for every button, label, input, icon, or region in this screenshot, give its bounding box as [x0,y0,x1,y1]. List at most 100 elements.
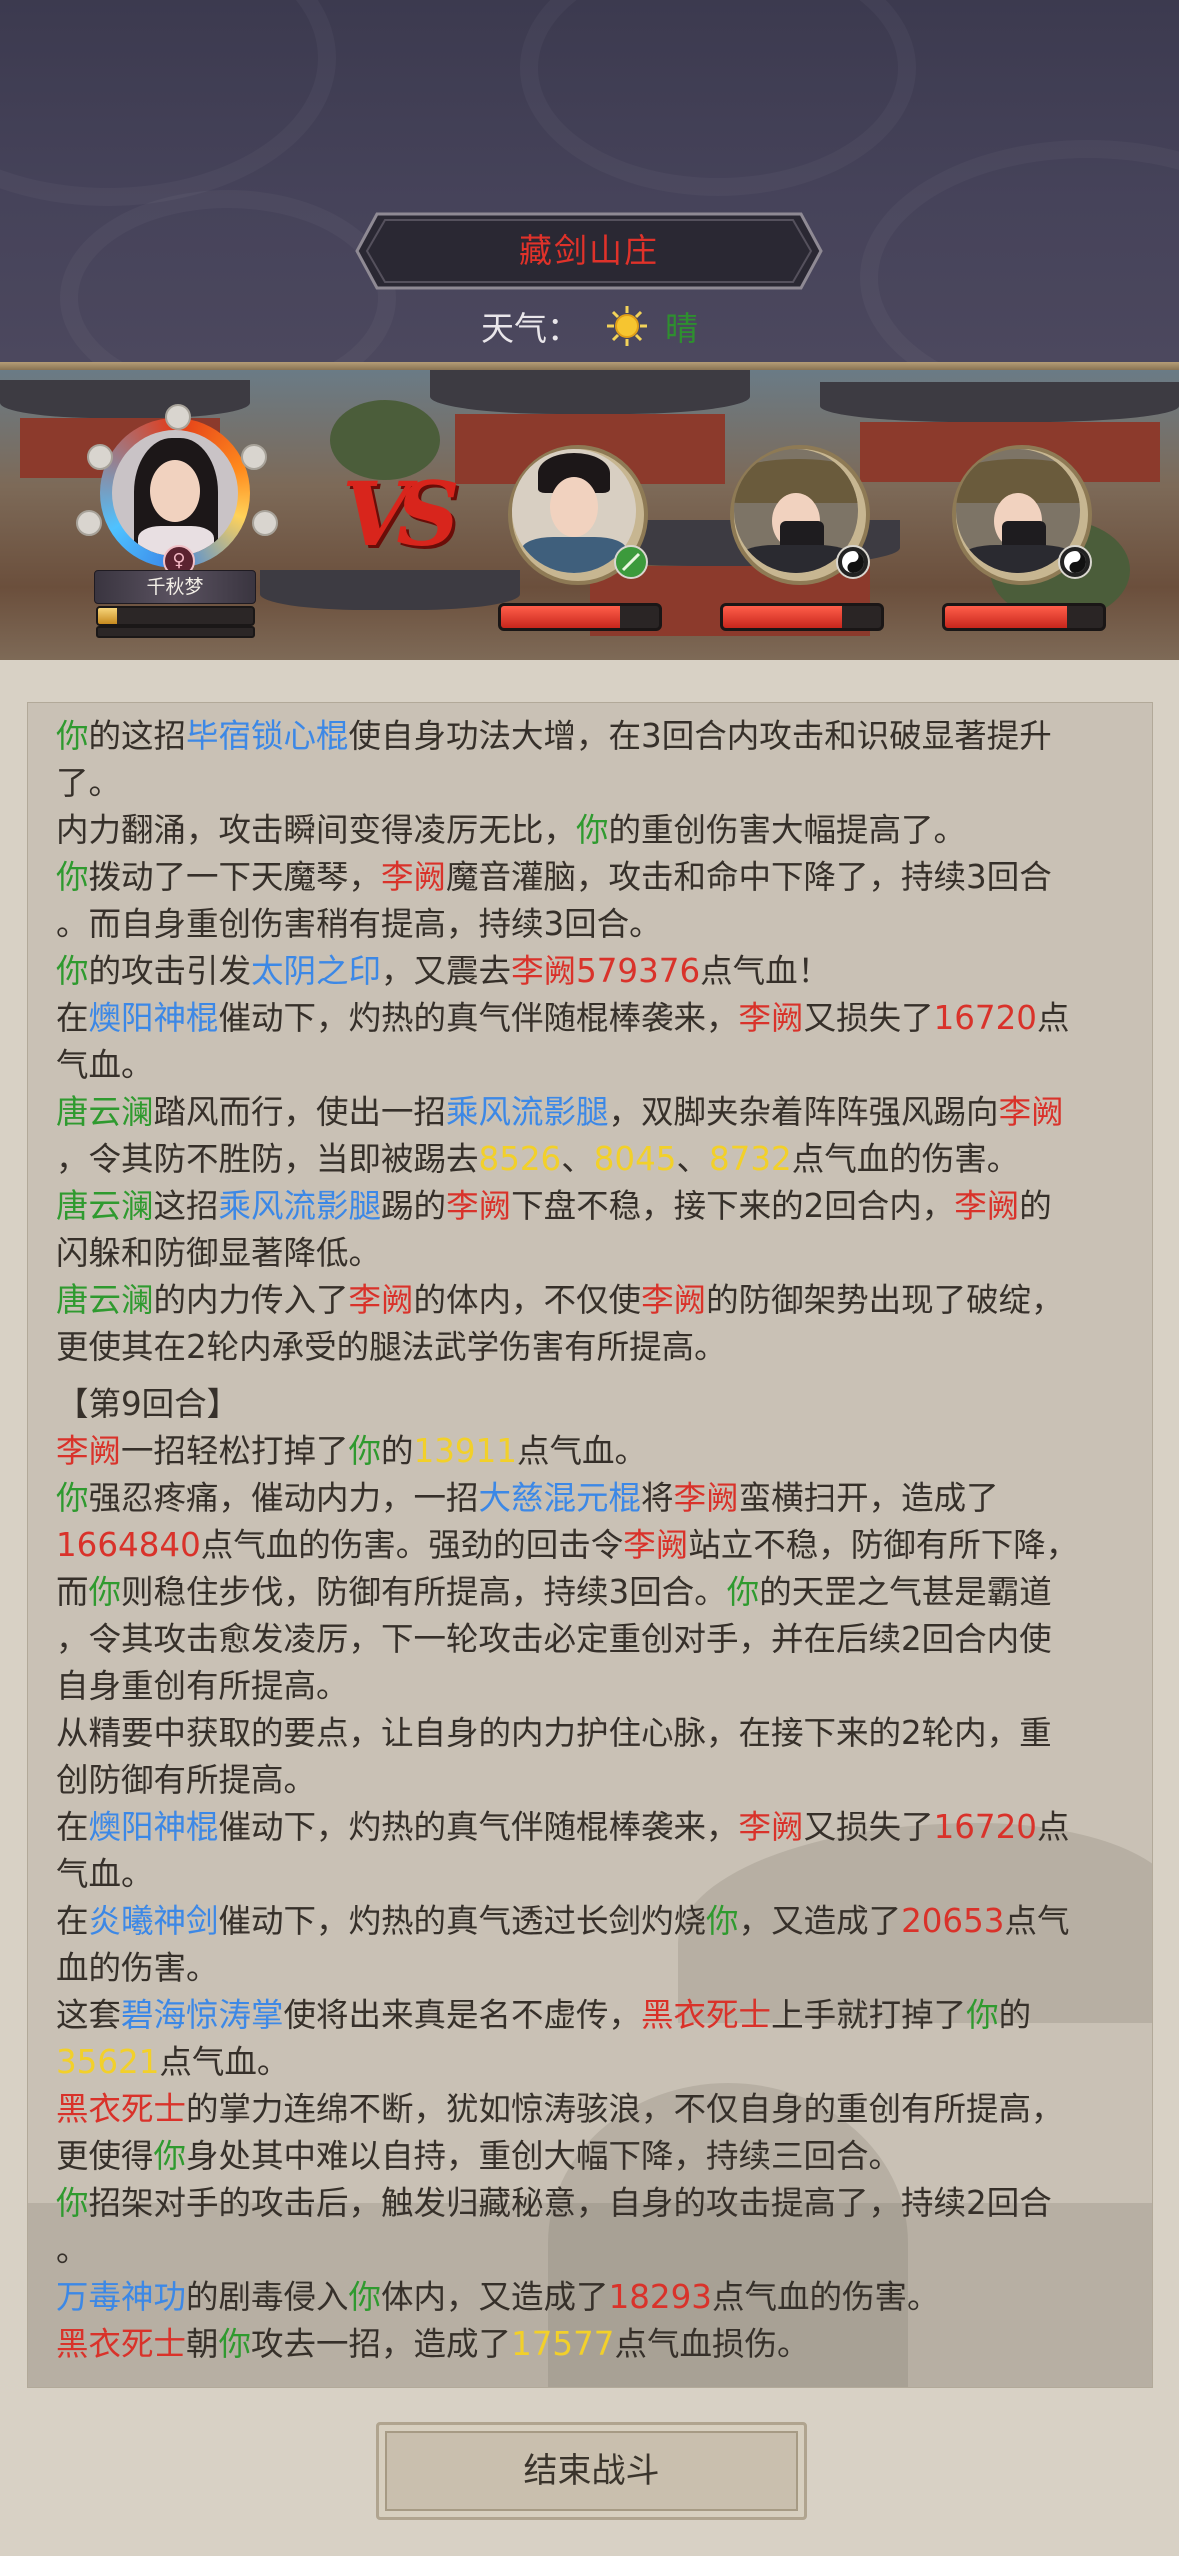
log-segment: 点气血的伤害。 [791,1140,1020,1178]
log-segment: 李阙 [446,1187,512,1225]
sun-icon [605,304,649,348]
log-segment: 13911 [413,1432,517,1470]
log-segment: 点 [1036,1808,1070,1846]
log-line: 你招架对手的攻击后，触发归藏秘意，自身的攻击提高了，持续2回合 [56,2180,1138,2227]
log-segment: 你 [966,1996,999,2034]
log-segment: 催动下，灼热的真气透过长剑灼烧 [218,1902,707,1940]
cloud-pattern [0,0,336,206]
log-segment: 8526 [478,1140,562,1178]
enemy-hp-bar [720,603,884,631]
building-roof [820,382,1179,422]
enemy-unit-1[interactable] [498,445,668,645]
log-segment: 蛮横扫开，造成了 [738,1479,999,1517]
log-segment: 李阙 [641,1281,707,1319]
yin-yang-icon [1058,545,1092,579]
log-segment: 【第9回合】 [56,1385,240,1423]
log-segment: 大慈混元棍 [478,1479,642,1517]
log-segment: 闪躲和防御显著降低。 [56,1234,382,1272]
player-energy-fill [98,608,117,624]
log-line: 你强忍疼痛，催动内力，一招大慈混元棍将李阙蛮横扫开，造成了 [56,1475,1138,1522]
log-segment: 使将出来真是名不虚传， [283,1996,642,2034]
log-segment: 朝 [186,2325,219,2363]
log-segment: 炎曦神剑 [88,1902,219,1940]
log-segment: 李阙579376 [511,952,701,990]
log-segment: 你 [56,1479,89,1517]
player-name: 千秋梦 [94,570,256,604]
log-line: 从精要中获取的要点，让自身的内力护住心脉，在接下来的2轮内，重 [56,1710,1138,1757]
enemy-hp-fill [501,606,620,628]
weather-row: 天气： 晴 [0,302,1179,358]
log-segment: ，双脚夹杂着阵阵强风踢向 [608,1093,999,1131]
log-segment: 8045 [593,1140,677,1178]
log-segment: 上手就打掉了 [771,1996,967,2034]
building-roof [430,370,750,414]
log-segment: 万毒神功 [56,2278,187,2316]
log-segment: ，又震去 [381,952,512,990]
log-segment: 创防御有所提高。 [56,1761,317,1799]
log-segment: 你 [218,2325,252,2363]
log-line: 你拨动了一下天魔琴，李阙魔音灌脑，攻击和命中下降了，持续3回合 [56,854,1138,901]
log-line: 在燠阳神棍催动下，灼热的真气伴随棍棒袭来，李阙又损失了16720点 [56,1804,1138,1851]
battle-scene: ♀ 千秋梦 VS [0,370,1179,660]
orb-icon [76,510,102,536]
log-segment: 你 [56,717,89,755]
log-segment: 而 [56,1573,89,1611]
log-segment: 唐云澜 [56,1093,154,1131]
log-line: 自身重创有所提高。 [56,1663,1138,1710]
weather-label: 天气： [481,309,580,348]
log-line: 唐云澜的内力传入了李阙的体内，不仅使李阙的防御架势出现了破绽， [56,1277,1138,1324]
log-segment: 燠阳神棍 [88,1808,219,1846]
log-line: 李阙一招轻松打掉了你的13911点气血。 [56,1428,1138,1475]
log-segment: 下盘不稳，接下来的2回合内， [511,1187,955,1225]
log-segment: 20653 [901,1902,1005,1940]
log-segment: 乘风流影腿 [446,1093,609,1131]
log-segment: 点 [1036,999,1070,1037]
log-line: 唐云澜踏风而行，使出一招乘风流影腿，双脚夹杂着阵阵强风踢向李阙 [56,1089,1138,1136]
log-segment: 内力翻涌，攻击瞬间变得凌厉无比， [56,811,577,849]
log-segment: 碧海惊涛掌 [121,1996,284,2034]
log-segment: 李阙 [738,1808,804,1846]
log-segment: 这套 [56,1996,122,2034]
log-segment: 在 [56,999,89,1037]
log-segment: 乘风流影腿 [218,1187,382,1225]
combat-log-panel[interactable]: 你的这招毕宿锁心棍使自身功法大增，在3回合内攻击和识破显著提升 了。 内力翻涌，攻击… [27,702,1153,2388]
log-segment: 的 [381,1432,414,1470]
log-segment: 黑衣死士 [56,2090,187,2128]
log-line: 内力翻涌，攻击瞬间变得凌厉无比，你的重创伤害大幅提高了。 [56,807,1138,854]
enemy-unit-2[interactable] [720,445,890,645]
log-segment: 李阙 [673,1479,739,1517]
location-title-plate: 藏剑山庄 [355,212,823,290]
log-segment: 站立不稳，防御有所下降， [688,1526,1079,1564]
player-portrait [112,430,238,556]
orb-icon [165,404,191,430]
log-line: 唐云澜这招乘风流影腿踢的李阙下盘不稳，接下来的2回合内，李阙的 [56,1183,1138,1230]
log-segment: 血的伤害。 [56,1949,219,1987]
log-segment: 魔音灌脑，攻击和命中下降了，持续3回合 [446,858,1052,896]
vs-emblem: VS [342,462,460,566]
enemy-unit-3[interactable] [942,445,1112,645]
log-segment: 从精要中获取的要点，让自身的内力护住心脉，在接下来的2轮内，重 [56,1714,1052,1752]
log-line: 这套碧海惊涛掌使将出来真是名不虚传，黑衣死士上手就打掉了你的 [56,1992,1138,2039]
log-segment: 气血。 [56,1046,154,1084]
log-segment: 你 [56,858,89,896]
log-segment: 黑衣死士 [641,1996,772,2034]
log-segment: 点气 [1004,1902,1070,1940]
log-segment: 的这招 [88,717,187,755]
log-line: ，令其防不胜防，当即被踢去8526、8045、8732点气血的伤害。 [56,1136,1138,1183]
log-segment: 招架对手的攻击后，触发归藏秘意，自身的攻击提高了，持续2回合 [88,2184,1052,2222]
log-line: 在燠阳神棍催动下，灼热的真气伴随棍棒袭来，李阙又损失了16720点 [56,995,1138,1042]
log-segment: ，令其攻击愈发凌厉，下一轮攻击必定重创对手，并在后续2回合内使 [56,1620,1052,1658]
log-line: 更使得你身处其中难以自持，重创大幅下降，持续三回合。 [56,2133,1138,2180]
sword-skill-icon [614,545,648,579]
end-battle-button[interactable]: 结束战斗 [376,2422,807,2520]
log-segment: 李阙 [623,1526,689,1564]
log-line: 更使其在2轮内承受的腿法武学伤害有所提高。 [56,1324,1138,1371]
player-unit[interactable]: ♀ 千秋梦 [76,404,280,640]
log-line: 血的伤害。 [56,1945,1138,1992]
log-segment: 李阙 [738,999,804,1037]
log-segment: 你 [576,811,609,849]
log-segment: 更使得 [56,2137,154,2175]
log-segment: 气血。 [56,1855,154,1893]
log-segment: 35621 [56,2043,160,2081]
log-line: 黑衣死士朝你攻去一招，造成了17577点气血损伤。 [56,2321,1138,2368]
